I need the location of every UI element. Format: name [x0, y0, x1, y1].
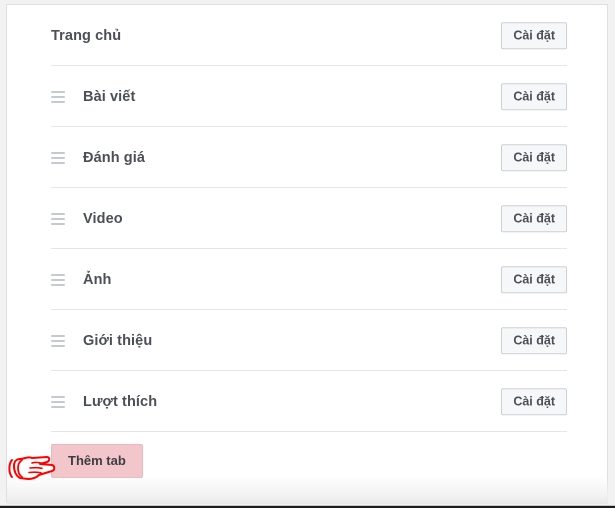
tab-row: Bài viết Cài đặt — [7, 66, 607, 127]
tab-settings-button[interactable]: Cài đặt — [501, 204, 567, 233]
tab-row: Đánh giá Cài đặt — [7, 127, 607, 188]
tab-label: Đánh giá — [83, 149, 146, 166]
tab-row: Lượt thích Cài đặt — [7, 371, 607, 432]
drag-handle-icon[interactable] — [51, 273, 65, 286]
tab-list: Trang chủ Cài đặt Bài viết Cài đặt Đánh giá C… — [7, 5, 607, 432]
add-tab-button[interactable]: Thêm tab — [51, 444, 143, 478]
tab-row: Trang chủ Cài đặt — [7, 5, 607, 66]
drag-handle-icon[interactable] — [51, 90, 65, 103]
tab-label: Lượt thích — [83, 393, 158, 410]
drag-handle-icon[interactable] — [51, 334, 65, 347]
drag-handle-icon[interactable] — [51, 395, 65, 408]
tab-settings-button[interactable]: Cài đặt — [501, 265, 567, 294]
tab-label: Trang chủ — [51, 27, 122, 44]
screenshot-viewport: Trang chủ Cài đặt Bài viết Cài đặt Đánh giá C… — [0, 0, 615, 508]
tab-row: Giới thiệu Cài đặt — [7, 310, 607, 371]
drag-handle-icon[interactable] — [51, 151, 65, 164]
drag-handle-icon[interactable] — [51, 212, 65, 225]
add-tab-area: Thêm tab — [7, 432, 607, 494]
tab-label: Bài viết — [83, 88, 136, 105]
tab-settings-button[interactable]: Cài đặt — [501, 21, 567, 50]
tab-settings-button[interactable]: Cài đặt — [501, 82, 567, 111]
tab-row: Ảnh Cài đặt — [7, 249, 607, 310]
tab-settings-button[interactable]: Cài đặt — [501, 143, 567, 172]
tab-settings-button[interactable]: Cài đặt — [501, 326, 567, 355]
tab-label: Video — [83, 210, 123, 227]
tab-settings-button[interactable]: Cài đặt — [501, 387, 567, 416]
tab-label: Ảnh — [83, 271, 112, 288]
page-tabs-settings-panel: Trang chủ Cài đặt Bài viết Cài đặt Đánh giá C… — [6, 4, 608, 503]
tab-label: Giới thiệu — [83, 332, 153, 349]
tab-row: Video Cài đặt — [7, 188, 607, 249]
